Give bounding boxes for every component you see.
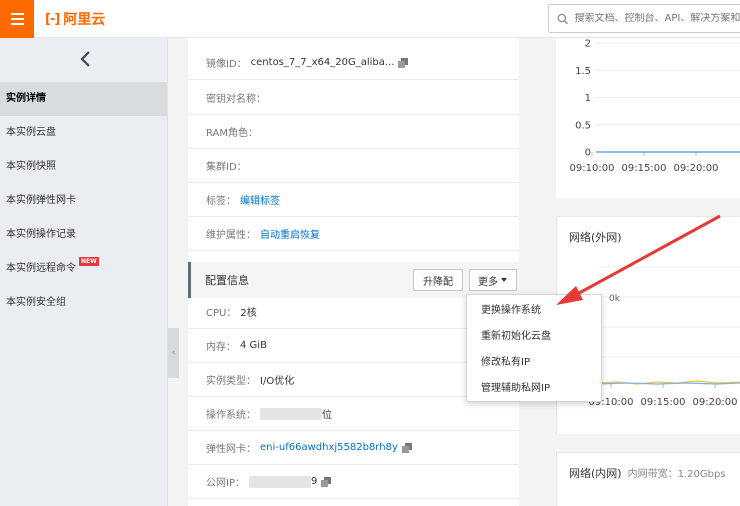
- memory-value: 4 GiB: [240, 340, 267, 351]
- instance-type-label: 实例类型：: [206, 376, 256, 387]
- aliyun-logo[interactable]: [-] 阿里云: [45, 9, 105, 29]
- menu-icon[interactable]: [0, 0, 34, 38]
- tags-label: 标签：: [206, 196, 236, 207]
- search-input[interactable]: [574, 13, 740, 24]
- eni-link[interactable]: eni-uf66awdhxj5582b8rh8y: [260, 442, 398, 453]
- public-ip-suffix: 9: [310, 476, 318, 487]
- copy-icon[interactable]: [321, 476, 332, 487]
- network-internal-header: 网络(内网) 内网带宽：1.20Gbps: [569, 465, 726, 481]
- edit-tags-link[interactable]: 编辑标签: [240, 192, 280, 207]
- copy-icon[interactable]: [401, 442, 412, 453]
- eni-row: 弹性网卡： eni-uf66awdhxj5582b8rh8y: [188, 431, 519, 465]
- sidebar-item-security-group[interactable]: 本实例安全组: [0, 286, 167, 320]
- logo-mark: [-]: [45, 11, 60, 27]
- sidebar-item-eni[interactable]: 本实例弹性网卡: [0, 184, 167, 218]
- config-section-header: 配置信息 升降配 更多: [188, 262, 519, 298]
- sidebar-item-label: 本实例云盘: [6, 127, 56, 138]
- more-dropdown-menu: 更换操作系统 重新初始化云盘 修改私有IP 管理辅助私网IP: [466, 294, 602, 402]
- keypair-label: 密钥对名称：: [206, 94, 266, 105]
- instance-info-panel: 镜像ID： centos_7_7_x64_20G_aliba... 密钥对名称：…: [188, 38, 519, 506]
- y-tick-label: 2: [585, 39, 591, 50]
- monitor-chart-panel: 0 0.5 1 1.5 2 09:10:00 09:15:00 09:20:00: [556, 38, 740, 198]
- config-title: 配置信息: [205, 274, 249, 287]
- cluster-row: 集群ID：: [188, 149, 519, 183]
- sidebar: 实例详情 本实例云盘 本实例快照 本实例弹性网卡 本实例操作记录 本实例远程命令…: [0, 38, 168, 506]
- ram-role-label: RAM角色：: [206, 128, 259, 139]
- back-chevron-icon[interactable]: [76, 48, 96, 70]
- upgrade-button[interactable]: 升降配: [413, 269, 463, 291]
- more-button[interactable]: 更多: [469, 269, 517, 291]
- sidebar-item-label: 本实例快照: [6, 161, 56, 172]
- y-tick-label: 0: [585, 148, 591, 159]
- sidebar-item-label: 本实例弹性网卡: [6, 195, 76, 206]
- sidebar-item-remote-command[interactable]: 本实例远程命令NEW: [0, 252, 167, 286]
- x-tick-label: 09:15:00: [641, 397, 686, 408]
- sidebar-nav: 实例详情 本实例云盘 本实例快照 本实例弹性网卡 本实例操作记录 本实例远程命令…: [0, 82, 167, 320]
- maintenance-label: 维护属性：: [206, 230, 256, 241]
- sidebar-item-label: 本实例操作记录: [6, 229, 76, 240]
- ecs-console: [-] 阿里云 实例详情 本实例云盘 本实例快照 本实例弹性网卡 本实例操作记录…: [0, 0, 740, 506]
- sidebar-item-label: 本实例安全组: [6, 297, 66, 308]
- redacted-os: [260, 407, 322, 420]
- cluster-label: 集群ID：: [206, 162, 247, 173]
- tags-row: 标签： 编辑标签: [188, 183, 519, 217]
- auto-restart-link[interactable]: 自动重启恢复: [260, 226, 320, 241]
- search-icon: [557, 13, 569, 24]
- cpu-label: CPU：: [206, 308, 237, 319]
- ram-role-row: RAM角色：: [188, 115, 519, 149]
- x-tick-label: 09:10:00: [570, 163, 615, 174]
- internal-bandwidth: 内网带宽：1.20Gbps: [627, 469, 726, 480]
- memory-label: 内存：: [206, 342, 236, 353]
- keypair-row: 密钥对名称：: [188, 81, 519, 115]
- more-label: 更多: [478, 276, 498, 288]
- x-tick-label: 09:20:00: [674, 163, 719, 174]
- os-label: 操作系统：: [206, 410, 256, 421]
- chevron-left-icon: ‹: [171, 348, 176, 358]
- new-badge: NEW: [79, 257, 99, 266]
- search-box[interactable]: [548, 4, 740, 33]
- menu-item-reinit-disk[interactable]: 重新初始化云盘: [467, 324, 601, 350]
- menu-item-modify-private-ip[interactable]: 修改私有IP: [467, 350, 601, 376]
- menu-item-secondary-private-ip[interactable]: 管理辅助私网IP: [467, 376, 601, 402]
- monitor-chart: 0 0.5 1 1.5 2 09:10:00 09:15:00 09:20:00: [570, 39, 740, 174]
- logo-text: 阿里云: [63, 12, 106, 28]
- public-ip-label: 公网IP：: [206, 478, 245, 489]
- maintenance-row: 维护属性： 自动重启恢复: [188, 217, 519, 251]
- sidebar-collapse-handle[interactable]: ‹: [168, 328, 179, 378]
- sidebar-item-instance-details[interactable]: 实例详情: [0, 82, 167, 116]
- sidebar-item-operation-log[interactable]: 本实例操作记录: [0, 218, 167, 252]
- network-internal-panel: 网络(内网) 内网带宽：1.20Gbps: [556, 452, 740, 506]
- top-bar: [-] 阿里云: [0, 0, 740, 38]
- y-tick-label: 0.5: [575, 120, 591, 131]
- public-ip-row: 公网IP： 9: [188, 465, 519, 499]
- image-id-row: 镜像ID： centos_7_7_x64_20G_aliba...: [188, 46, 519, 80]
- image-id-value: centos_7_7_x64_20G_aliba...: [250, 57, 395, 68]
- y-tick-label: 1: [585, 93, 591, 104]
- menu-item-change-os[interactable]: 更换操作系统: [467, 298, 601, 324]
- sidebar-item-label: 本实例远程命令: [6, 263, 76, 274]
- x-tick-label: 09:20:00: [693, 397, 738, 408]
- cpu-value: 2核: [240, 308, 257, 319]
- redacted-ip: [248, 475, 311, 488]
- y-tick-label: 0k: [609, 294, 621, 304]
- sidebar-item-snapshots[interactable]: 本实例快照: [0, 150, 167, 184]
- sidebar-item-disks[interactable]: 本实例云盘: [0, 116, 167, 150]
- caret-down-icon: [501, 278, 507, 282]
- y-tick-label: 1.5: [575, 66, 591, 77]
- os-row: 操作系统： 位: [188, 397, 519, 431]
- sidebar-item-label: 实例详情: [6, 93, 46, 104]
- network-external-title: 网络(外网): [569, 231, 622, 244]
- eni-label: 弹性网卡：: [206, 444, 256, 455]
- copy-icon[interactable]: [398, 57, 409, 68]
- image-id-label: 镜像ID：: [206, 59, 247, 70]
- x-tick-label: 09:15:00: [622, 163, 667, 174]
- network-internal-title: 网络(内网): [569, 467, 622, 480]
- instance-type-value: I/O优化: [260, 376, 295, 387]
- os-suffix: 位: [322, 410, 332, 421]
